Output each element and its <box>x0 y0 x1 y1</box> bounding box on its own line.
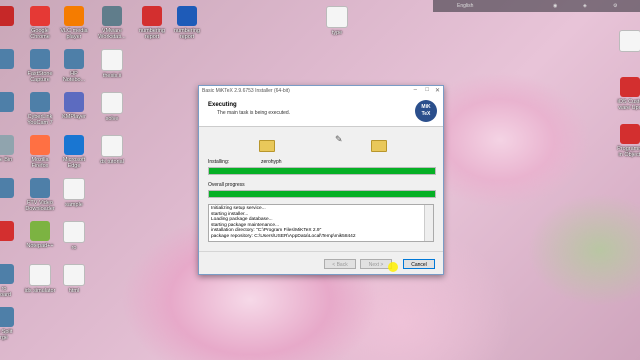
app-icon <box>30 92 50 112</box>
mouse-cursor-highlight <box>388 262 398 272</box>
desktop-icon[interactable]: rs Split rge <box>0 307 26 341</box>
file-icon <box>29 264 51 286</box>
desktop-icon-label: Programm in Objecti <box>617 146 640 159</box>
language-label[interactable]: English <box>457 3 473 9</box>
app-icon <box>0 92 14 112</box>
title-bar[interactable]: Basic MiKTeX 2.9.6753 Installer (64-bit)… <box>199 86 443 96</box>
desktop-icon[interactable] <box>608 30 640 54</box>
desktop-icon-label: ro <box>71 245 77 251</box>
desktop-icon[interactable]: iOS Custo ware Upd <box>608 77 640 111</box>
file-icon <box>63 264 85 286</box>
desktop-icon[interactable]: numbering report <box>165 6 209 40</box>
page-heading: Executing <box>208 102 237 108</box>
app-icon <box>0 307 14 327</box>
file-icon <box>101 135 123 157</box>
miktex-logo: MiK TeX <box>415 100 437 122</box>
file-icon <box>326 6 348 28</box>
edge-icon <box>64 135 84 155</box>
installing-progress-fill <box>209 168 435 174</box>
chrome-icon <box>30 6 50 26</box>
desktop-icon[interactable]: type <box>315 6 359 36</box>
installing-progress-bar <box>208 167 436 175</box>
desktop-icon-label: thesis.ii <box>102 73 122 79</box>
divider <box>199 251 443 252</box>
network-icon[interactable]: ◉ <box>553 3 557 9</box>
logo-text-2: TeX <box>421 111 431 117</box>
target-folder-icon <box>371 140 387 152</box>
app-icon <box>0 178 14 198</box>
pdf-icon <box>620 124 640 144</box>
desktop-icon[interactable]: Programm in Objecti <box>608 124 640 158</box>
desktop-icon-label: sample <box>65 202 83 208</box>
app-icon <box>30 49 50 69</box>
file-icon <box>63 221 85 243</box>
vlc-icon <box>64 6 84 26</box>
pdf-icon <box>620 77 640 97</box>
log-lines: Initializing setup service... starting in… <box>211 206 423 240</box>
maximize-icon[interactable]: □ <box>425 87 429 93</box>
overall-progress-bar <box>208 190 436 198</box>
notepad-icon <box>30 221 50 241</box>
desktop-icon-label: solve <box>105 116 119 122</box>
installing-package: zerohyph <box>261 159 282 165</box>
app-icon <box>0 264 14 284</box>
app-icon <box>64 49 84 69</box>
log-line: package repository: C:\Users\USER\AppDat… <box>211 233 356 239</box>
file-icon <box>63 178 85 200</box>
recycle-bin-icon <box>0 135 14 155</box>
back-button[interactable]: < Back <box>324 259 356 269</box>
word-icon <box>177 6 197 26</box>
vmware-icon <box>102 6 122 26</box>
desktop-icon-label: type <box>331 30 343 36</box>
page-subheading: The main task is being executed. <box>217 110 291 116</box>
desktop-icon-label: ds tutorial <box>100 159 124 165</box>
desktop-icon-label: VMware Workstati... <box>98 28 126 41</box>
installer-dialog: Basic MiKTeX 2.9.6753 Installer (64-bit)… <box>198 85 444 275</box>
desktop-icon-label: rs Split rge <box>0 329 13 342</box>
desktop-icon[interactable]: html <box>52 264 96 294</box>
desktop-icon-label: numbering report <box>174 28 200 41</box>
kmp-icon <box>64 92 84 112</box>
desktop-icon-label: html <box>68 288 80 294</box>
app-icon <box>0 49 14 69</box>
log-scrollbar[interactable] <box>424 205 433 241</box>
installing-label: Installing: <box>208 159 230 165</box>
minimize-icon[interactable]: – <box>414 87 417 93</box>
file-icon <box>101 49 123 71</box>
source-folder-icon <box>259 140 275 152</box>
settings-icon[interactable]: ⚙ <box>613 3 617 9</box>
file-icon <box>619 30 640 52</box>
close-icon[interactable]: ✕ <box>435 87 440 94</box>
desktop-icon[interactable]: sample <box>52 178 96 208</box>
file-icon <box>101 92 123 114</box>
overall-label: Overall progress <box>208 182 245 188</box>
volume-icon[interactable]: ◈ <box>583 3 587 9</box>
flying-file-icon: ✎ <box>335 134 343 144</box>
desktop-icon-label: iOS Custo ware Upd <box>617 99 640 112</box>
desktop-icon[interactable]: solve <box>90 92 134 122</box>
desktop-icon[interactable]: thesis.ii <box>90 49 134 79</box>
cancel-button[interactable]: Cancel <box>403 259 435 269</box>
top-bar: English ◉ ◈ ⚙ <box>433 0 640 12</box>
firefox-icon <box>30 135 50 155</box>
desktop-icon[interactable]: VMware Workstati... <box>90 6 134 40</box>
overall-progress-fill <box>209 191 435 197</box>
window-title: Basic MiKTeX 2.9.6753 Installer (64-bit) <box>202 88 290 94</box>
desktop-icon[interactable]: ro <box>52 221 96 251</box>
log-box[interactable]: Initializing setup service... starting in… <box>208 204 434 242</box>
desktop-icon[interactable]: ds tutorial <box>90 135 134 165</box>
pdf-icon <box>0 221 14 241</box>
app-icon <box>30 178 50 198</box>
logo-text-1: MiK <box>421 104 431 110</box>
adobe-icon <box>0 6 14 26</box>
header: Executing The main task is being execute… <box>199 96 443 127</box>
pdf-icon <box>142 6 162 26</box>
